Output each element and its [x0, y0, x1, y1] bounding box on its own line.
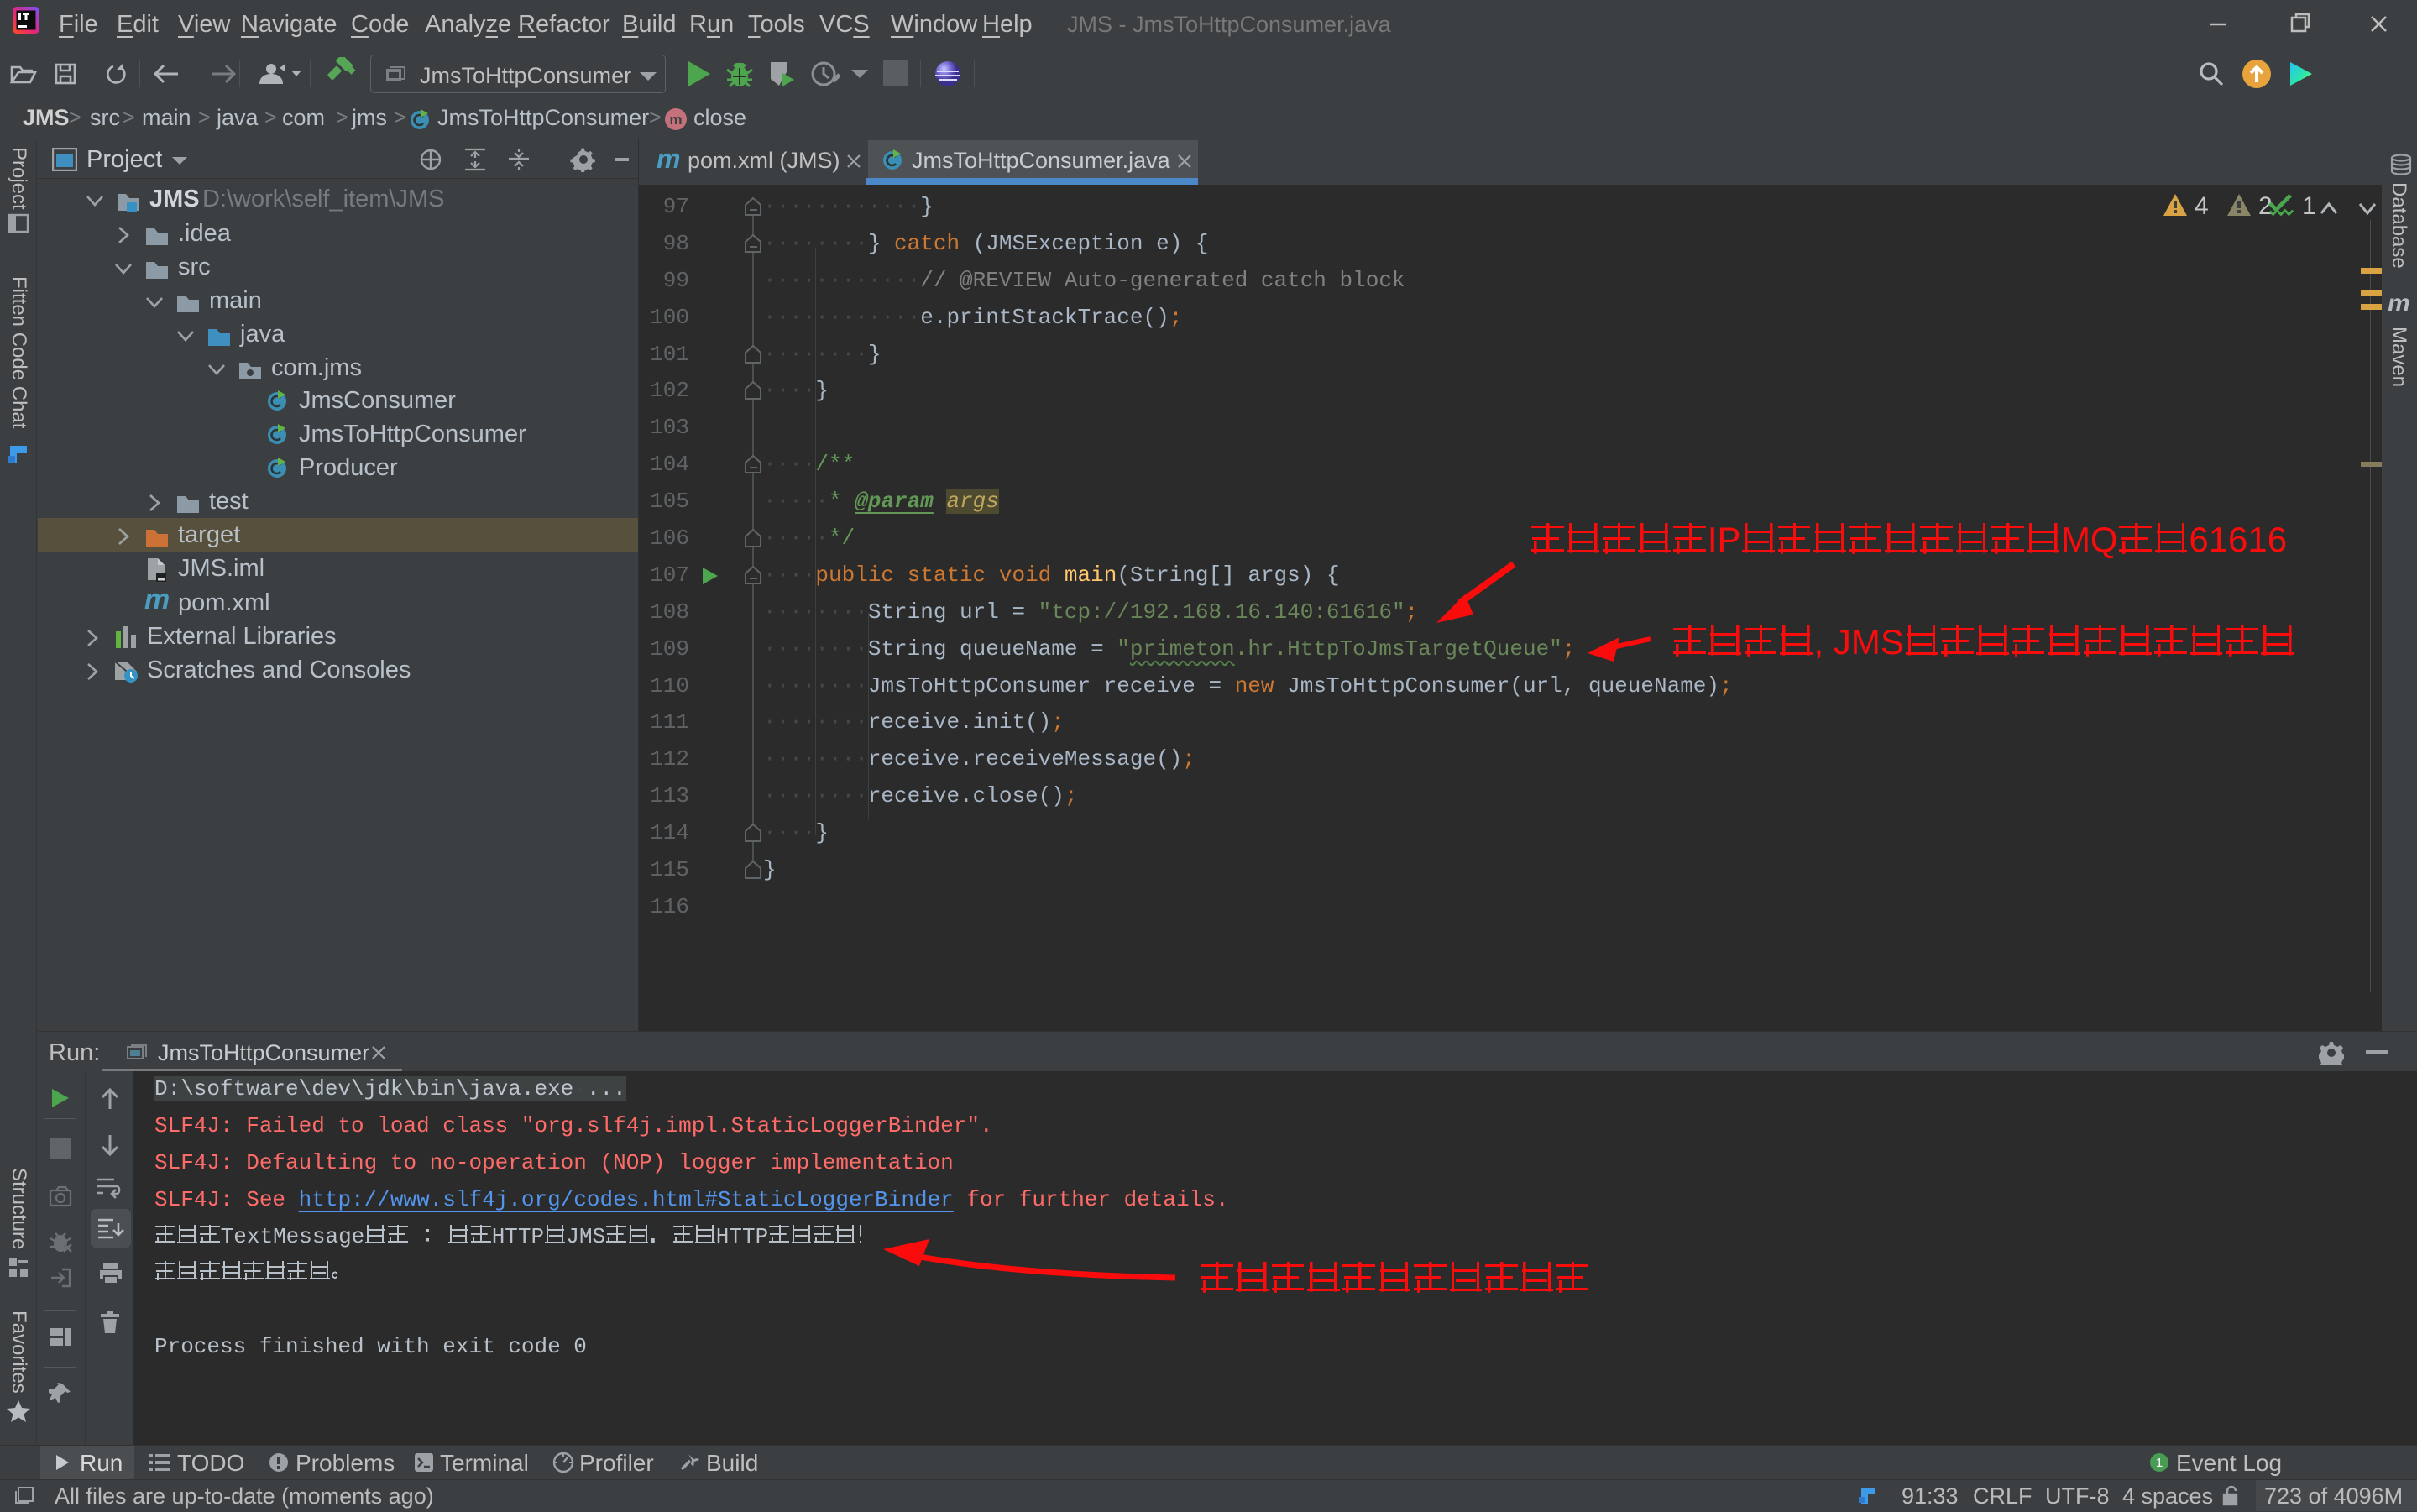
svg-text:1: 1: [2156, 1456, 2163, 1470]
svg-text:m: m: [669, 112, 682, 128]
